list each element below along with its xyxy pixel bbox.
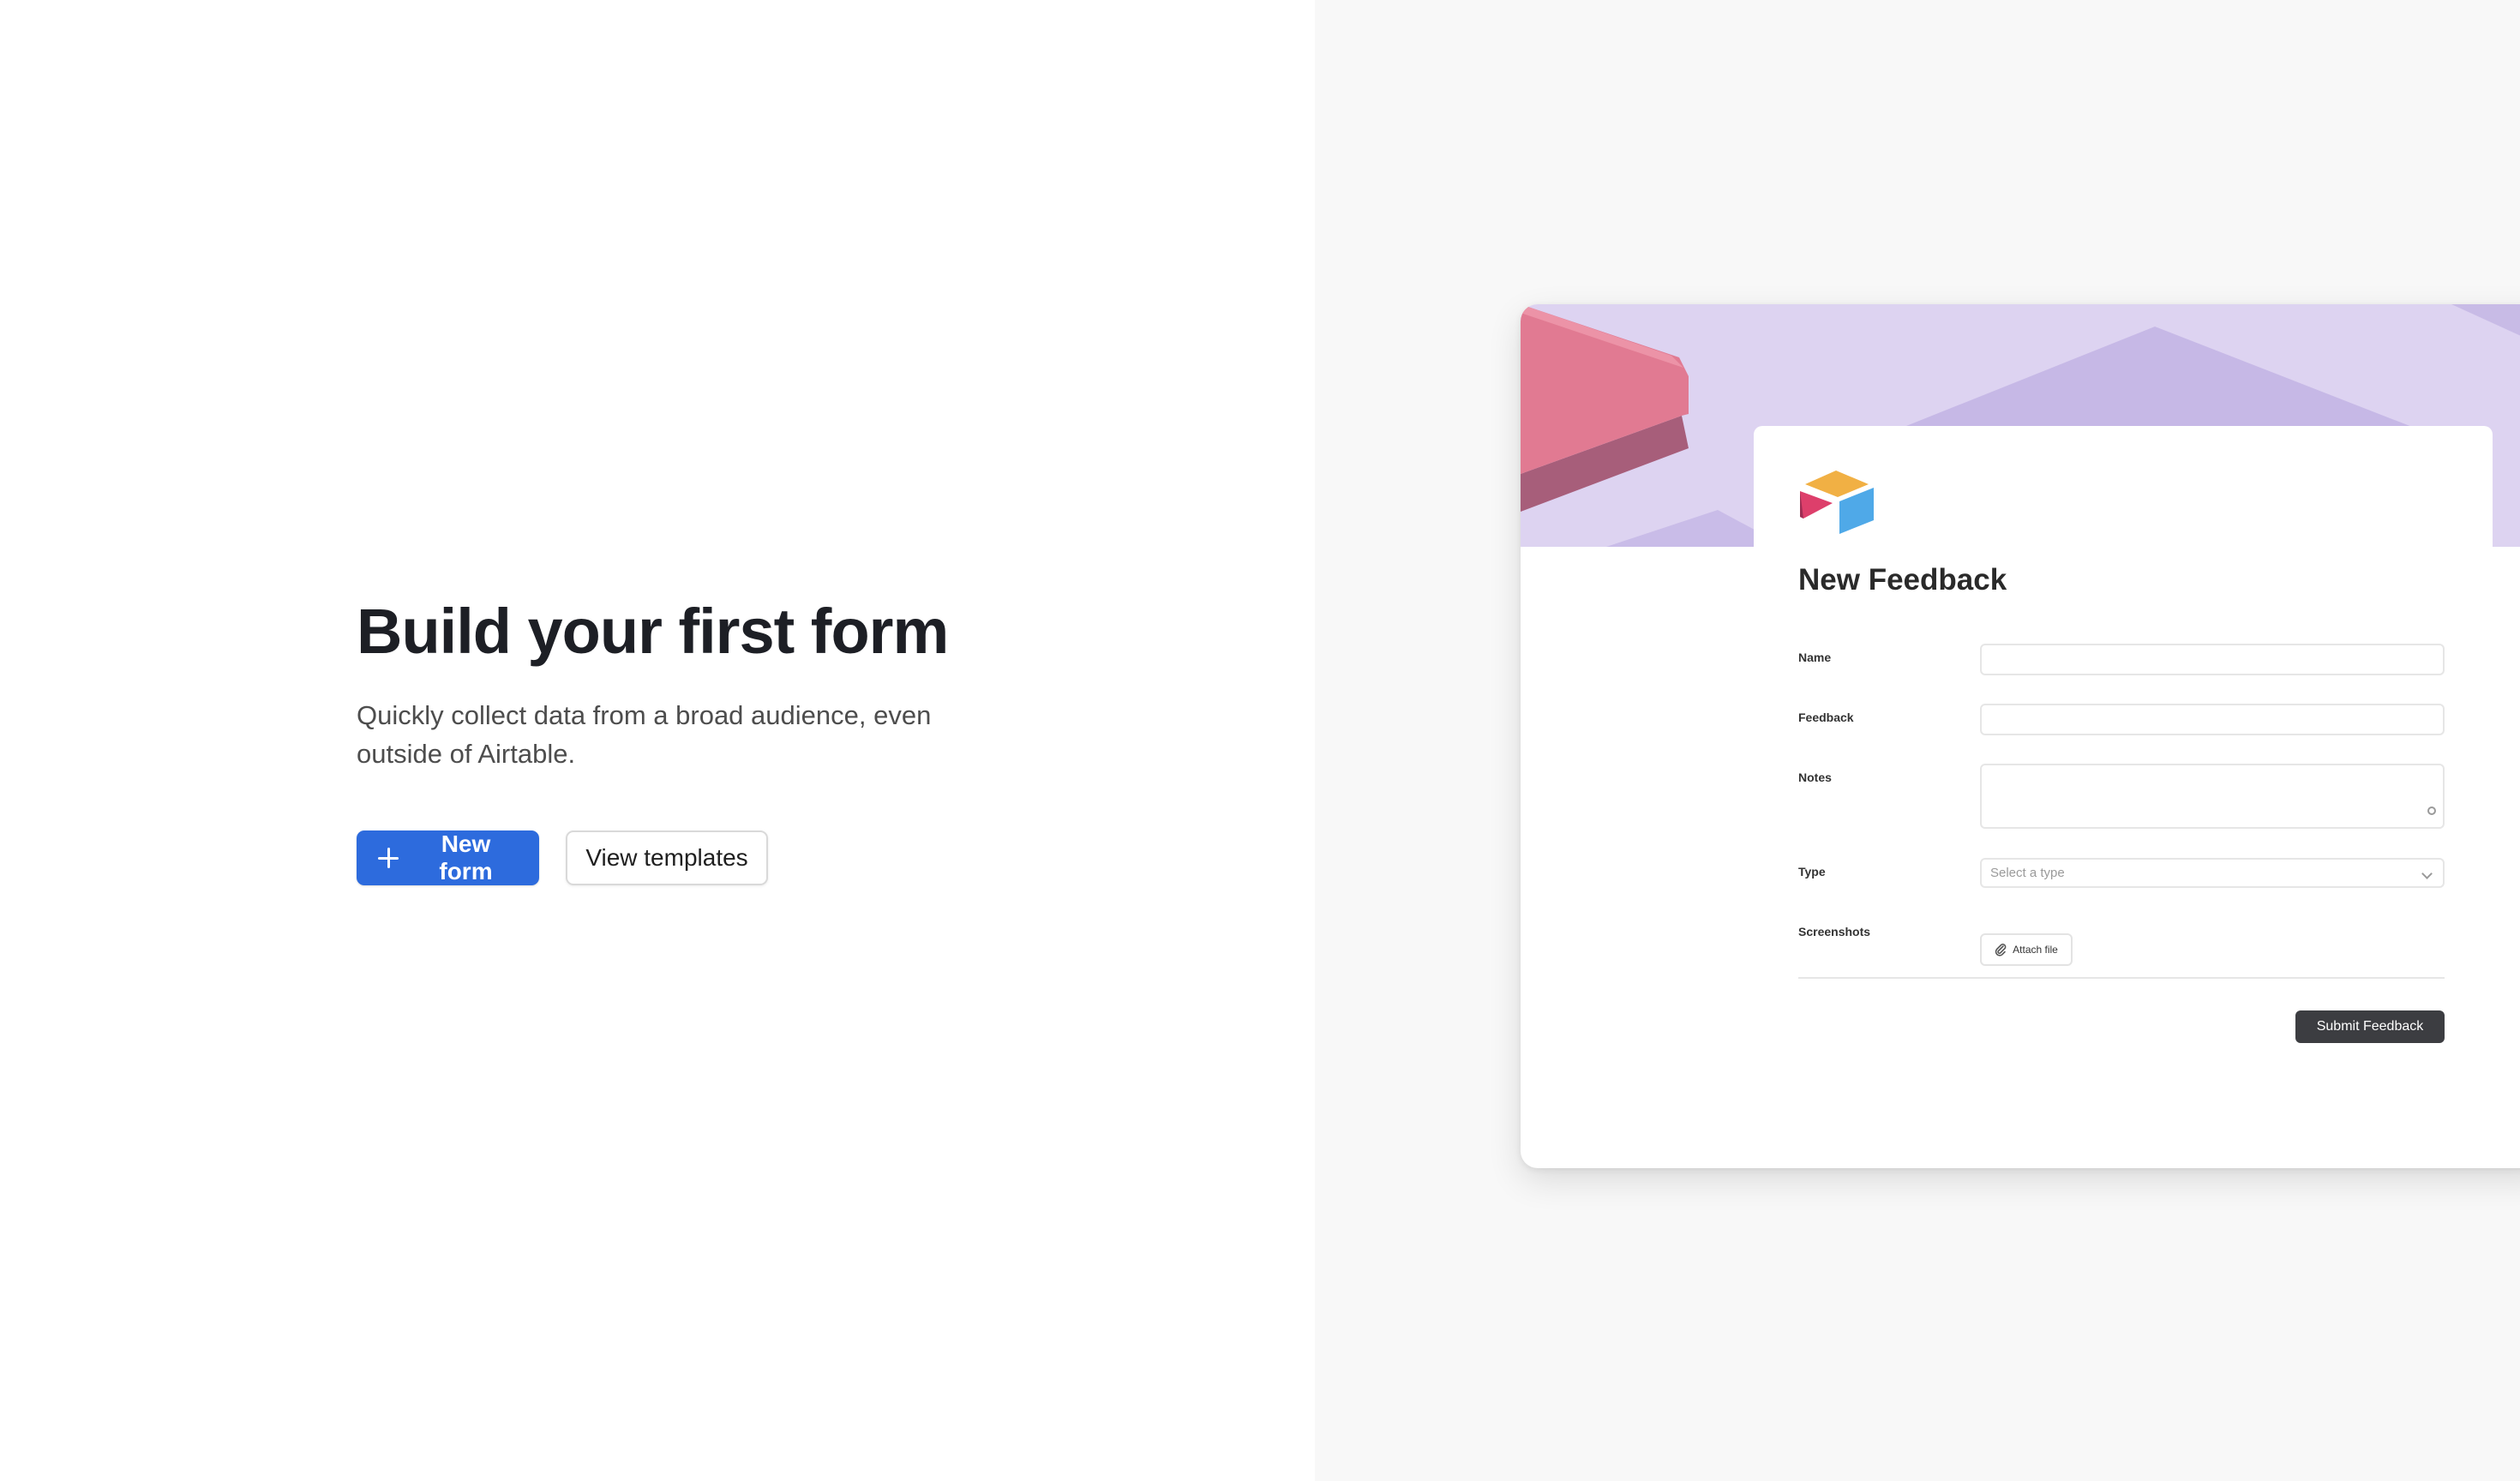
- resize-handle-icon: [2427, 806, 2436, 815]
- attach-file-button[interactable]: Attach file: [1980, 933, 2073, 966]
- new-form-button[interactable]: New form: [357, 830, 539, 885]
- type-field-label: Type: [1798, 865, 1826, 878]
- view-templates-button-label: View templates: [585, 844, 748, 871]
- feedback-field[interactable]: [1980, 704, 2445, 735]
- form-title: New Feedback: [1798, 563, 2007, 597]
- chevron-down-icon: [2421, 868, 2433, 879]
- name-field-label: Name: [1798, 651, 1832, 664]
- page: Build your first form Quickly collect da…: [0, 0, 2520, 1481]
- intro-panel: Build your first form Quickly collect da…: [0, 0, 1315, 1481]
- page-title: Build your first form: [357, 596, 949, 667]
- feedback-field-label: Feedback: [1798, 711, 1854, 724]
- view-templates-button[interactable]: View templates: [566, 830, 768, 885]
- paperclip-icon: [1995, 944, 2007, 956]
- name-field[interactable]: [1980, 644, 2445, 675]
- page-description: Quickly collect data from a broad audien…: [357, 700, 932, 769]
- airtable-logo: [1800, 471, 1874, 534]
- type-select[interactable]: Select a type: [1980, 858, 2445, 888]
- notes-field[interactable]: [1980, 764, 2445, 829]
- new-form-button-label: New form: [439, 830, 493, 884]
- notes-field-label: Notes: [1798, 770, 1832, 784]
- form-divider: [1798, 977, 2445, 979]
- attach-file-label: Attach file: [2013, 944, 2058, 956]
- submit-feedback-label: Submit Feedback: [2316, 1019, 2424, 1034]
- plus-icon: [377, 847, 399, 869]
- screenshots-field-label: Screenshots: [1798, 925, 1871, 938]
- type-select-placeholder: Select a type: [1990, 866, 2065, 880]
- form-card: New Feedback Name Feedback Notes Type Se…: [1754, 426, 2493, 1168]
- submit-feedback-button[interactable]: Submit Feedback: [2295, 1010, 2445, 1043]
- form-preview-window: New Feedback Name Feedback Notes Type Se…: [1521, 304, 2520, 1168]
